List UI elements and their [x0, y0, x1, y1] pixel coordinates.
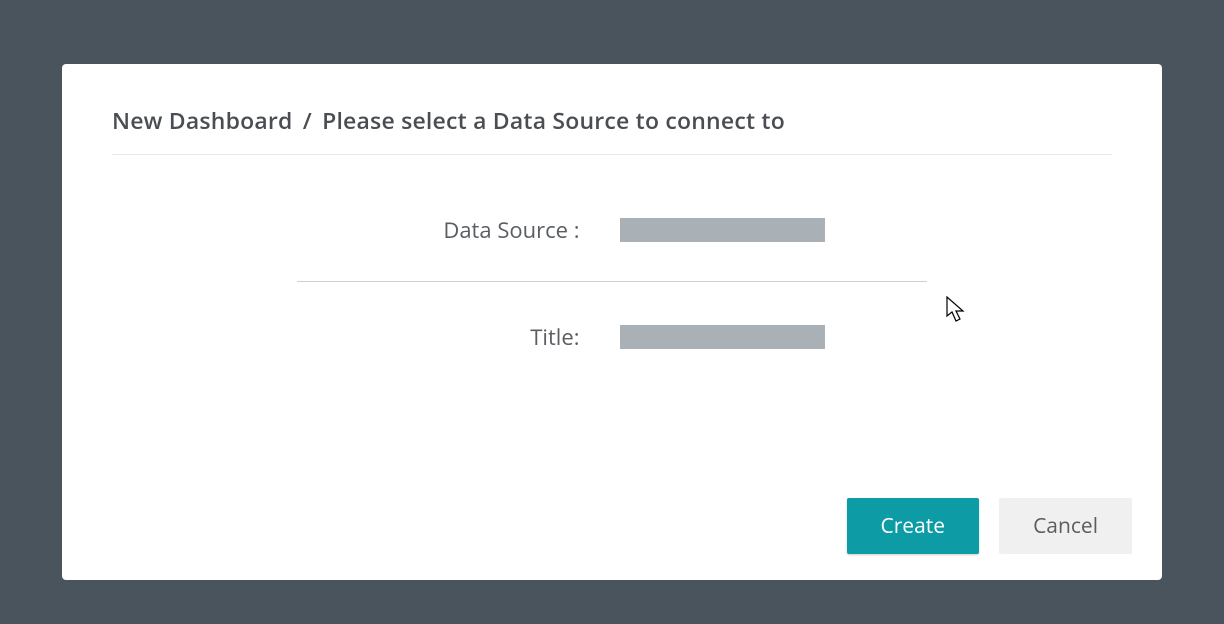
- form-area: Data Source : Title:: [112, 215, 1112, 352]
- dialog-button-row: Create Cancel: [847, 498, 1133, 554]
- title-row: Title:: [112, 322, 1112, 352]
- dialog-title: New Dashboard / Please select a Data Sou…: [112, 104, 1112, 155]
- new-dashboard-dialog: New Dashboard / Please select a Data Sou…: [62, 64, 1162, 580]
- breadcrumb-separator: /: [303, 104, 312, 136]
- data-source-row: Data Source :: [112, 215, 1112, 245]
- title-input[interactable]: [620, 325, 825, 349]
- form-divider: [297, 281, 927, 282]
- title-label: Title:: [400, 322, 580, 352]
- breadcrumb-dashboard: New Dashboard: [112, 104, 293, 136]
- breadcrumb-instruction: Please select a Data Source to connect t…: [322, 104, 785, 136]
- data-source-input[interactable]: [620, 218, 825, 242]
- cancel-button[interactable]: Cancel: [999, 498, 1132, 554]
- data-source-label: Data Source :: [400, 215, 580, 245]
- create-button[interactable]: Create: [847, 498, 980, 554]
